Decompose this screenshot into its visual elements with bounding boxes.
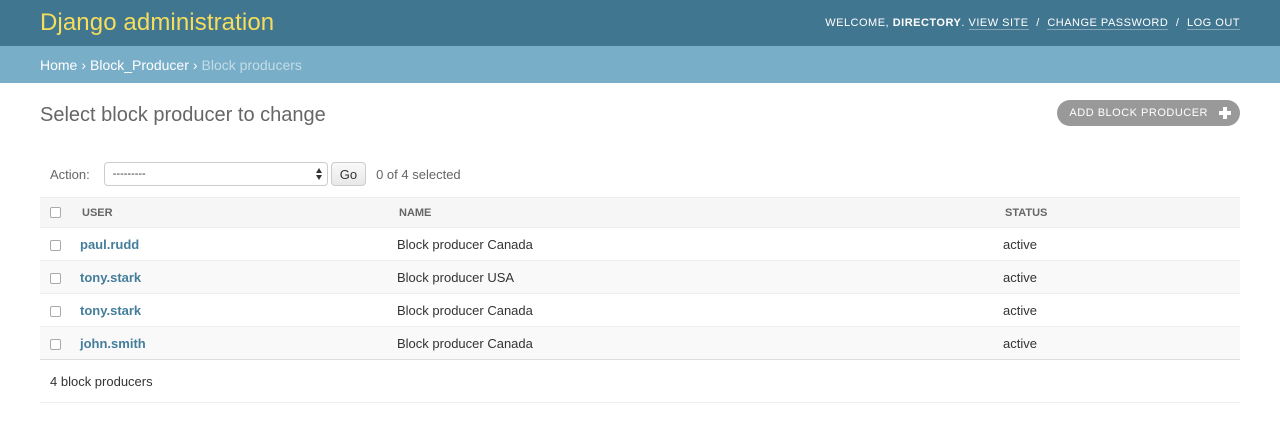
user-link[interactable]: tony.stark xyxy=(80,270,141,285)
breadcrumb-app[interactable]: Block_Producer xyxy=(90,57,189,73)
breadcrumb-separator: › xyxy=(192,56,198,73)
chevron-updown-icon xyxy=(315,166,323,182)
add-block-producer-button[interactable]: Add block producer xyxy=(1057,100,1240,126)
user-cell: tony.stark xyxy=(80,260,397,294)
user-tools: Welcome, Directory. View site / Change p… xyxy=(825,17,1240,30)
plus-icon xyxy=(1219,107,1231,119)
name-cell: Block producer USA xyxy=(397,260,1003,294)
column-header-label: User xyxy=(82,206,113,219)
action-select[interactable]: --------- xyxy=(103,162,328,186)
log-out-link[interactable]: Log out xyxy=(1186,17,1240,30)
actions-bar: Action: --------- Go 0 of 4 selected xyxy=(40,152,1240,196)
title-row: Select block producer to change Add bloc… xyxy=(40,83,1240,149)
page-title: Select block producer to change xyxy=(40,104,326,126)
site-branding[interactable]: Django administration xyxy=(40,9,274,37)
separator: / xyxy=(1175,17,1180,29)
go-button[interactable]: Go xyxy=(330,162,367,186)
user-link[interactable]: paul.rudd xyxy=(80,237,139,252)
name-cell: Block producer Canada xyxy=(397,227,1003,261)
user-cell: paul.rudd xyxy=(80,227,397,261)
header: Django administration Welcome, Directory… xyxy=(0,0,1280,46)
breadcrumb: Home › Block_Producer › Block producers xyxy=(0,46,1280,83)
change-password-link[interactable]: Change password xyxy=(1047,17,1169,30)
welcome-label: Welcome, xyxy=(825,17,890,29)
breadcrumb-current: Block producers xyxy=(201,56,302,73)
row-select-cell xyxy=(40,293,80,327)
add-button-label: Add block producer xyxy=(1069,107,1208,119)
name-cell: Block producer Canada xyxy=(397,293,1003,327)
column-header-name[interactable]: Name xyxy=(397,197,1003,228)
action-label: Action: xyxy=(50,166,90,182)
breadcrumb-separator: › xyxy=(81,56,87,73)
status-cell: active xyxy=(1003,293,1240,327)
row-select-cell xyxy=(40,326,80,360)
breadcrumb-home[interactable]: Home xyxy=(40,57,77,73)
paginator: 4 block producers xyxy=(40,360,1240,403)
table-row: paul.rudd Block producer Canada active xyxy=(40,227,1240,261)
status-cell: active xyxy=(1003,260,1240,294)
user-link[interactable]: john.smith xyxy=(80,336,146,351)
separator: / xyxy=(1036,17,1040,29)
table-header-row: User Name Status xyxy=(40,197,1240,228)
select-all-header xyxy=(40,197,80,228)
content: Select block producer to change Add bloc… xyxy=(0,83,1280,403)
action-select-value: --------- xyxy=(112,168,146,180)
status-cell: active xyxy=(1003,326,1240,360)
column-header-label: Name xyxy=(399,206,432,219)
row-checkbox[interactable] xyxy=(50,305,61,317)
row-checkbox[interactable] xyxy=(50,272,61,284)
row-checkbox[interactable] xyxy=(50,338,61,350)
table-row: john.smith Block producer Canada active xyxy=(40,326,1240,360)
column-header-status[interactable]: Status xyxy=(1003,197,1240,228)
user-cell: john.smith xyxy=(80,326,397,360)
column-header-user[interactable]: User xyxy=(80,197,397,228)
column-header-label: Status xyxy=(1005,206,1048,219)
result-table: User Name Status paul.rudd Block produce… xyxy=(40,197,1240,360)
view-site-link[interactable]: View site xyxy=(968,17,1029,30)
user-cell: tony.stark xyxy=(80,293,397,327)
username: Directory xyxy=(892,17,962,29)
user-link[interactable]: tony.stark xyxy=(80,303,141,318)
row-select-cell xyxy=(40,260,80,294)
action-counter: 0 of 4 selected xyxy=(376,166,461,182)
row-select-cell xyxy=(40,227,80,261)
row-checkbox[interactable] xyxy=(50,239,61,251)
name-cell: Block producer Canada xyxy=(397,326,1003,360)
select-all-checkbox[interactable] xyxy=(50,207,61,219)
status-cell: active xyxy=(1003,227,1240,261)
table-row: tony.stark Block producer USA active xyxy=(40,260,1240,294)
table-row: tony.stark Block producer Canada active xyxy=(40,293,1240,327)
